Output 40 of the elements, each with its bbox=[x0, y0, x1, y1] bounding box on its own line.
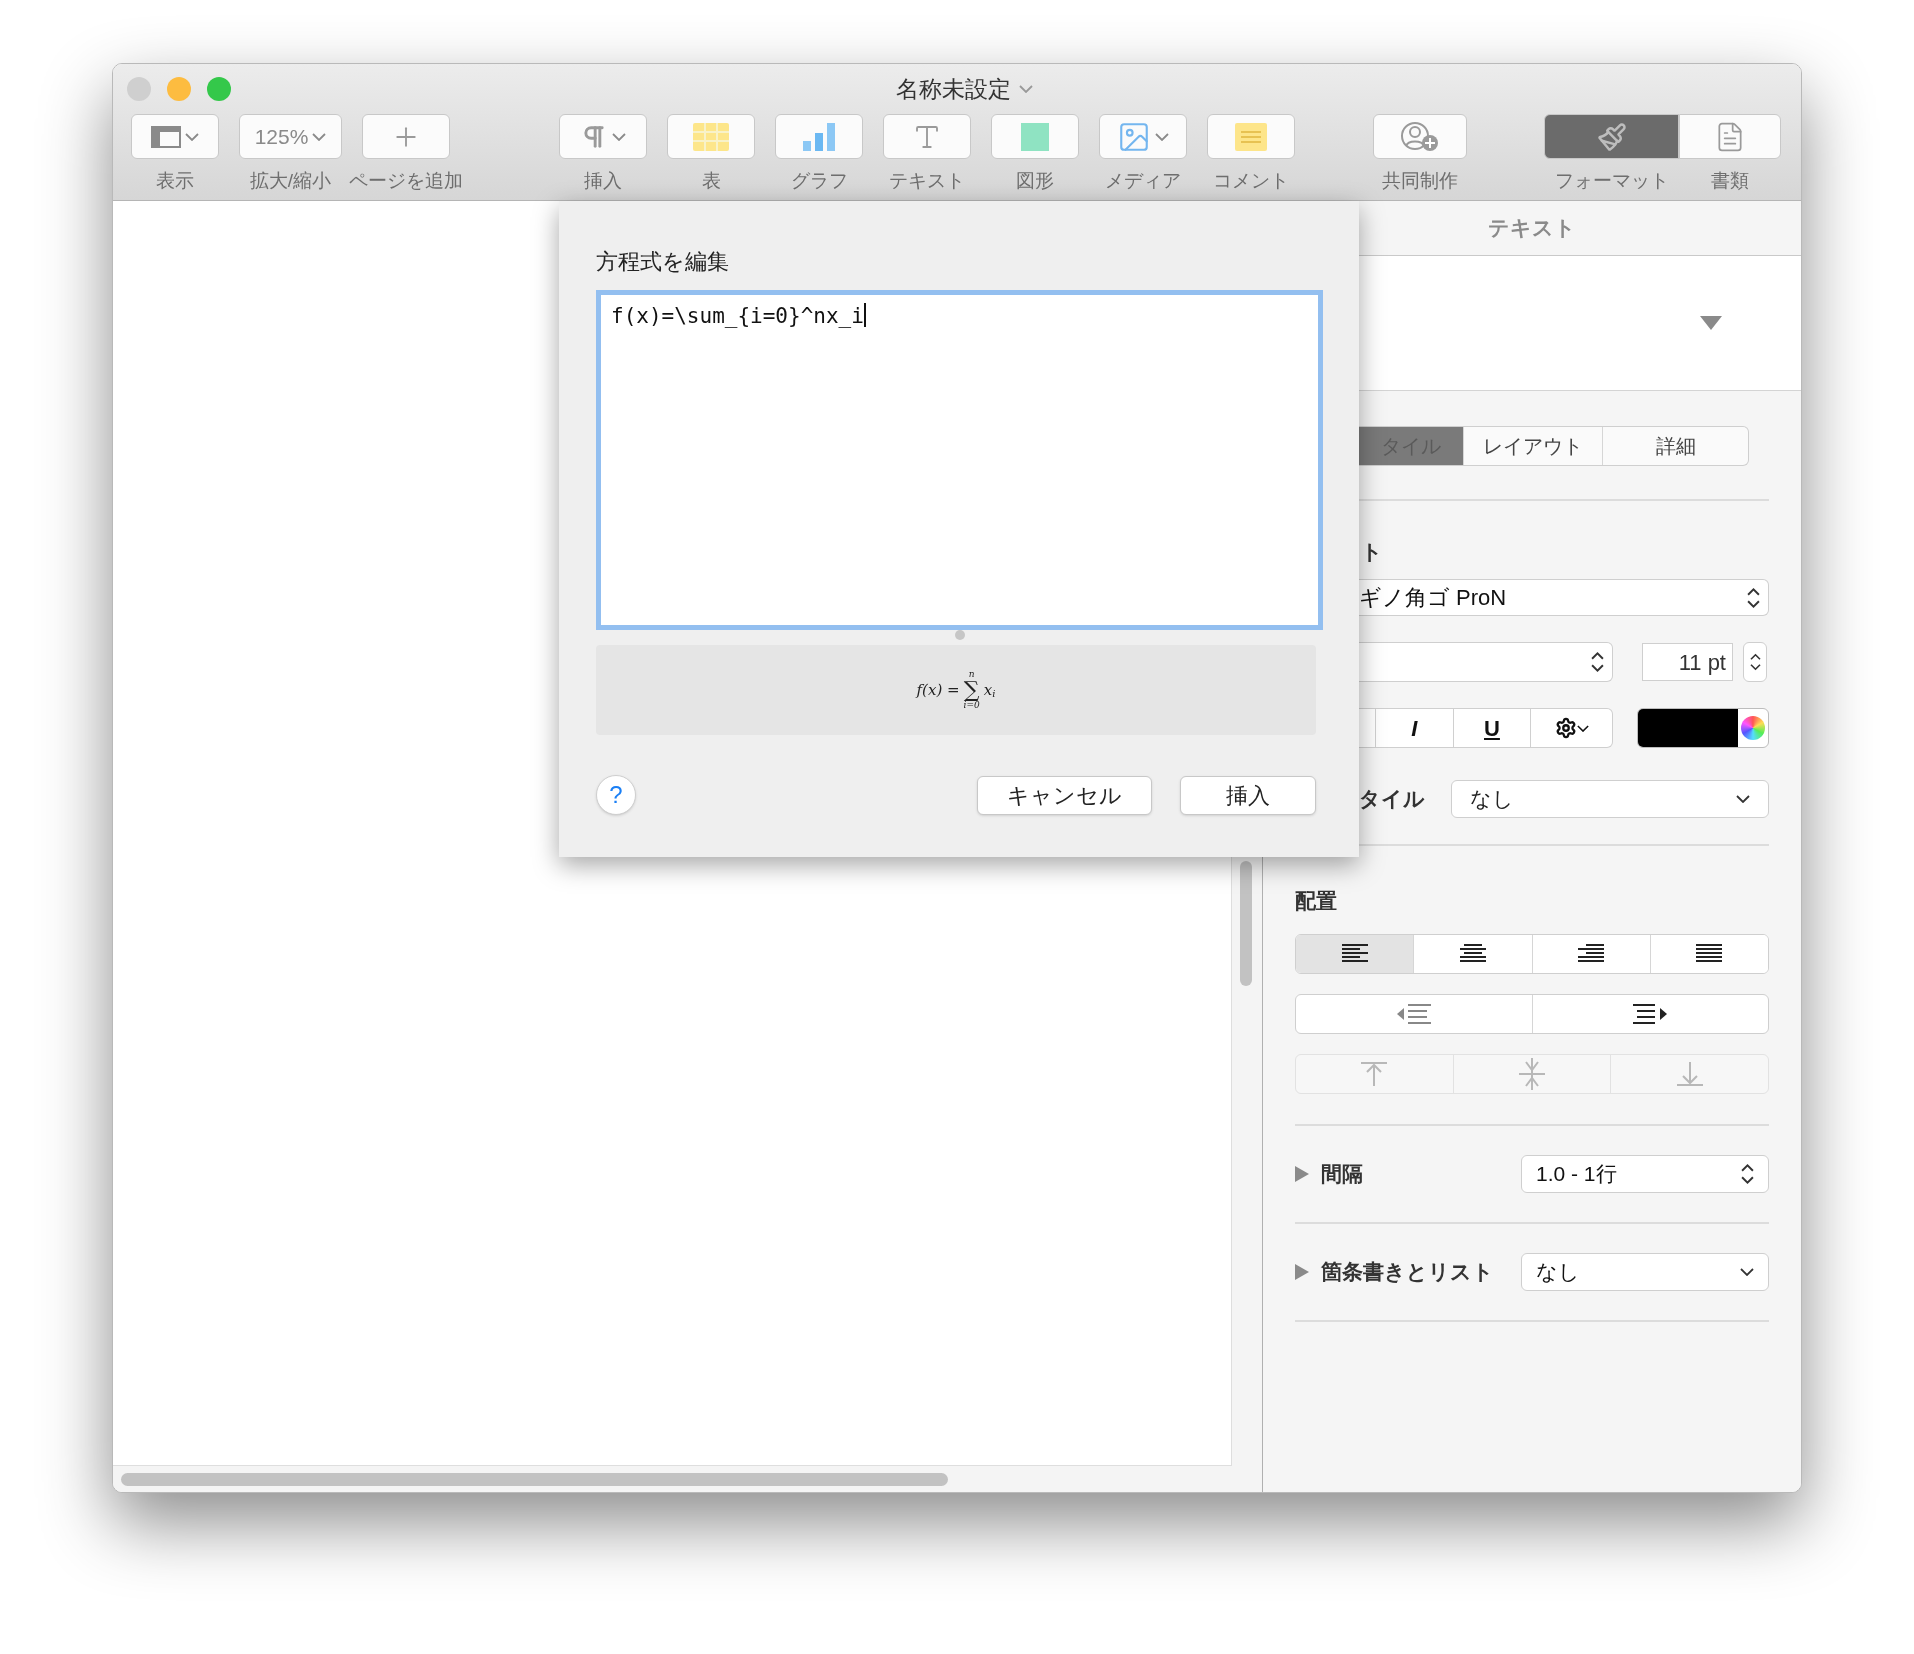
zoom-value: 125% bbox=[254, 123, 309, 150]
equation-term: x$_{i}$ bbox=[983, 679, 996, 702]
toolbar-label: 表示 bbox=[156, 169, 194, 193]
dialog-title: 方程式を編集 bbox=[596, 248, 730, 276]
toolbar-label: テキスト bbox=[889, 169, 965, 193]
toolbar-label: 挿入 bbox=[584, 169, 622, 193]
section-label: 箇条書きとリスト bbox=[1321, 1259, 1495, 1286]
toolbar-label: ページを追加 bbox=[349, 169, 463, 193]
section-title: 配置 bbox=[1295, 888, 1338, 914]
sum-upper-limit: n bbox=[968, 670, 975, 679]
sum-operator: ∑ bbox=[963, 679, 980, 701]
section-title: ト bbox=[1361, 539, 1384, 565]
sum-lower-limit: i=0 bbox=[963, 701, 980, 710]
toolbar-label: 拡大/縮小 bbox=[249, 169, 332, 193]
bullets-popup[interactable]: なし bbox=[1521, 1253, 1769, 1291]
font-family-popup[interactable]: ギノ角ゴ ProN bbox=[1359, 579, 1769, 616]
toolbar-label: メディア bbox=[1105, 169, 1181, 193]
toolbar-label: 共同制作 bbox=[1382, 169, 1458, 193]
font-size-field[interactable]: 11 pt bbox=[1642, 643, 1733, 681]
toolbar-label: フォーマット bbox=[1554, 169, 1669, 193]
cancel-button[interactable]: キャンセル bbox=[977, 775, 1152, 815]
insert-button[interactable]: 挿入 bbox=[1180, 775, 1316, 815]
sidebar-tab[interactable]: レイアウト bbox=[1462, 427, 1603, 465]
toolbar-label: グラフ bbox=[790, 169, 848, 193]
section-label: 間隔 bbox=[1321, 1161, 1364, 1188]
toolbar-label: コメント bbox=[1213, 169, 1289, 193]
toolbar-label: 図形 bbox=[1016, 169, 1054, 193]
toolbar-label: 書類 bbox=[1711, 169, 1749, 193]
sidebar-tab[interactable]: 詳細 bbox=[1602, 427, 1748, 465]
character-style-label: タイル bbox=[1359, 786, 1426, 813]
spacing-popup[interactable]: 1.0 - 1行 bbox=[1521, 1155, 1769, 1193]
equation-field[interactable]: f(x)=\sum_{i=0}^nx_i bbox=[596, 290, 1323, 630]
sidebar-header: テキスト bbox=[1488, 215, 1576, 242]
window-title: 名称未設定 bbox=[896, 74, 1011, 104]
character-style-popup[interactable]: なし bbox=[1451, 780, 1769, 818]
underline-button[interactable]: U bbox=[1452, 709, 1531, 747]
equation-lhs: f(x) = bbox=[916, 679, 960, 701]
toolbar-label: 表 bbox=[701, 169, 721, 193]
help-button[interactable]: ? bbox=[596, 775, 636, 815]
italic-button[interactable]: I bbox=[1374, 709, 1453, 747]
